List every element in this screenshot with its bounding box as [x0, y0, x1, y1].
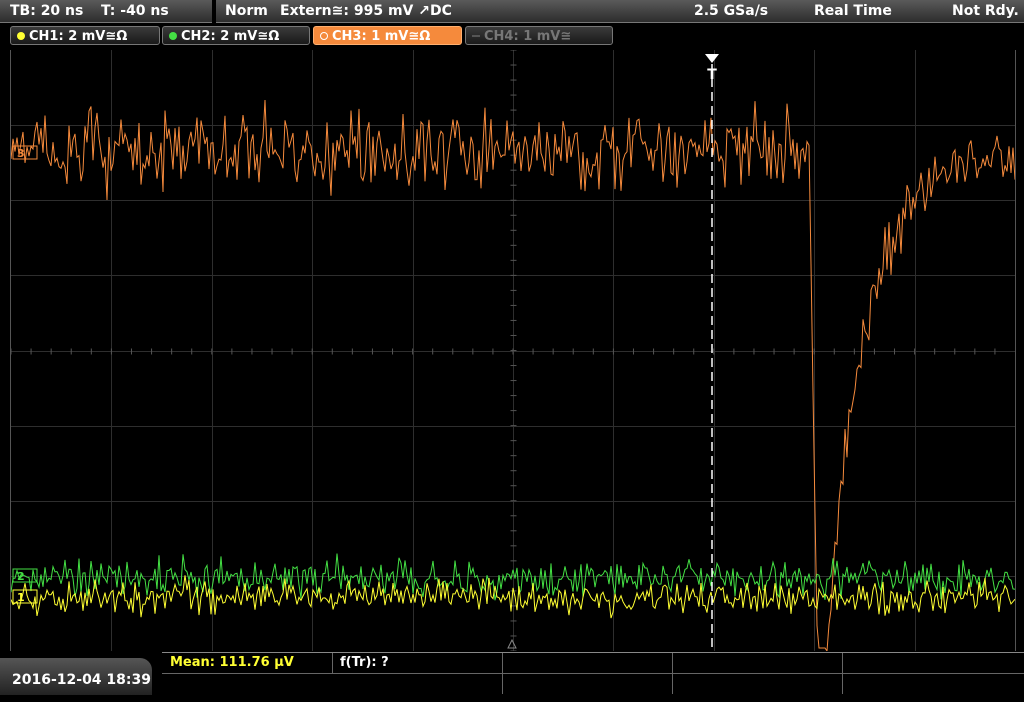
channel-3-button[interactable]: CH3: 1 mV≅Ω [313, 26, 462, 45]
waveform-svg: T 3 2 1 [11, 50, 1015, 651]
channel-1-dot-icon [17, 32, 25, 40]
channel-1-label: CH1: 2 mV≅Ω [29, 29, 128, 44]
trigger-source: Extern≅: 995 mV ↗DC [280, 3, 452, 19]
date-time: 2016-12-04 18:39 [0, 658, 152, 695]
mean-measurement: Mean: 111.76 µV [170, 655, 294, 670]
trigger-mode: Norm [225, 3, 268, 19]
channel-4-dot-icon [472, 35, 480, 37]
sample-rate: 2.5 GSa/s [694, 3, 769, 19]
channel-3-label: CH3: 1 mV≅Ω [332, 29, 431, 44]
top-bar: TB: 20 ns T: -40 ns Norm Extern≅: 995 mV… [0, 0, 1024, 24]
measurement-panel[interactable]: Mean: 111.76 µV f(Tr): ? [162, 652, 1024, 696]
channel-2-button[interactable]: CH2: 2 mV≅Ω [162, 26, 310, 45]
bottom-bar: 2016-12-04 18:39 Mean: 111.76 µV f(Tr): … [0, 652, 1024, 695]
acquire-mode: Real Time [814, 3, 892, 19]
channel-3-dot-icon [320, 32, 328, 40]
channel-bar: CH1: 2 mV≅Ω CH2: 2 mV≅Ω CH3: 1 mV≅Ω CH4:… [0, 26, 1024, 48]
svg-text:2: 2 [17, 570, 25, 583]
center-marker-icon [507, 638, 517, 649]
trigger-status: Not Rdy. [952, 3, 1019, 19]
timebase-value: TB: 20 ns [10, 3, 84, 19]
timebase-panel[interactable]: TB: 20 ns T: -40 ns [0, 0, 212, 23]
trigger-arrow-icon[interactable] [705, 54, 719, 63]
svg-text:3: 3 [17, 147, 25, 160]
trigger-frequency-measurement: f(Tr): ? [340, 655, 389, 670]
channel-4-label: CH4: 1 mV≅ [484, 29, 572, 44]
channel-2-dot-icon [169, 32, 177, 40]
channel-1-button[interactable]: CH1: 2 mV≅Ω [10, 26, 160, 45]
channel-2-label: CH2: 2 mV≅Ω [181, 29, 280, 44]
svg-text:1: 1 [17, 591, 25, 604]
trigger-time: T: -40 ns [101, 3, 169, 19]
graticule [11, 50, 1015, 651]
acquisition-panel[interactable]: Norm Extern≅: 995 mV ↗DC 2.5 GSa/s Real … [216, 0, 1024, 23]
trigger-marker-label: T [707, 67, 717, 83]
channel-4-button[interactable]: CH4: 1 mV≅ [465, 26, 613, 45]
channel-1-offset-marker[interactable]: 1 [12, 589, 38, 604]
waveform-display[interactable]: T 3 2 1 [10, 50, 1016, 651]
